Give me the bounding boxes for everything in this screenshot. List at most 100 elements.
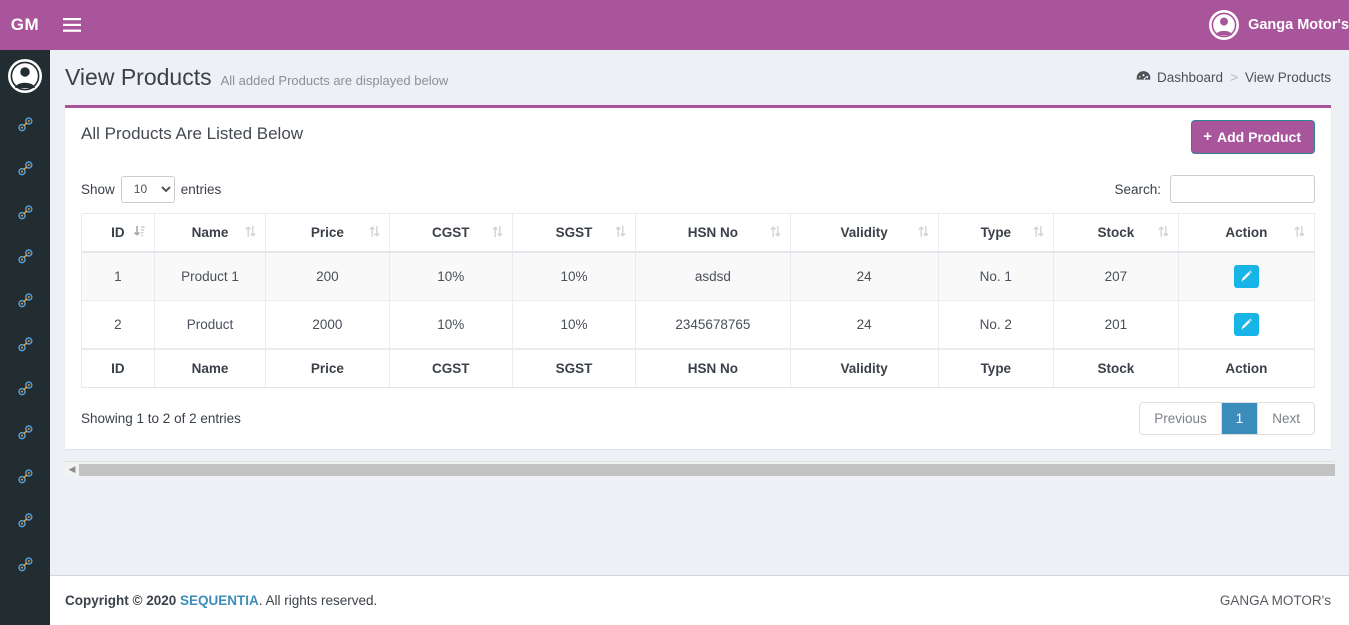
- edit-button[interactable]: [1233, 313, 1259, 336]
- pagination-page-1[interactable]: 1: [1221, 403, 1259, 434]
- cell-price: 200: [265, 251, 390, 301]
- sidebar-menu: [0, 102, 50, 586]
- page-header: View Products All added Products are dis…: [50, 50, 1349, 105]
- cell-cgst: 10%: [388, 251, 513, 301]
- column-header-sgst[interactable]: SGST: [511, 213, 637, 253]
- show-label: Show: [81, 181, 115, 197]
- navbar-user-menu[interactable]: Ganga Motor's: [1209, 10, 1349, 40]
- card-body: Show 102550100 entries Search: IDNamePri…: [65, 163, 1331, 449]
- sidebar-item-5[interactable]: [0, 278, 50, 322]
- search-input[interactable]: [1170, 175, 1315, 203]
- scrollbar-thumb[interactable]: [79, 464, 1335, 476]
- sidebar-item-3[interactable]: [0, 190, 50, 234]
- sidebar-item-10[interactable]: [0, 498, 50, 542]
- products-card: All Products Are Listed Below + Add Prod…: [65, 105, 1331, 449]
- sidebar-item-1[interactable]: [0, 102, 50, 146]
- cell-id: 2: [81, 300, 155, 350]
- user-avatar-icon: [10, 61, 40, 91]
- scroll-left-arrow-icon[interactable]: ◀: [65, 462, 79, 478]
- column-header-label: Stock: [1097, 225, 1135, 240]
- pagination-previous[interactable]: Previous: [1140, 403, 1222, 434]
- sidebar-item-7[interactable]: [0, 366, 50, 410]
- show-entries-control: Show 102550100 entries: [81, 175, 221, 203]
- add-product-label: Add Product: [1217, 128, 1301, 145]
- sidebar-item-6[interactable]: [0, 322, 50, 366]
- column-header-id[interactable]: ID: [81, 213, 155, 253]
- sidebar-item-9[interactable]: [0, 454, 50, 498]
- menu-toggle-button[interactable]: [50, 0, 94, 50]
- footer-column-price: Price: [265, 348, 390, 388]
- cell-stock: 207: [1053, 251, 1179, 301]
- breadcrumb-current: View Products: [1244, 70, 1331, 85]
- column-header-type[interactable]: Type: [937, 213, 1055, 253]
- cell-stock: 201: [1053, 300, 1179, 350]
- sort-toggle-icon: [1033, 225, 1044, 241]
- sidebar-avatar[interactable]: [0, 50, 50, 102]
- breadcrumb-dashboard-link[interactable]: Dashboard: [1157, 70, 1223, 85]
- table-row: 2 Product 2000 10% 10% 2345678765 24 No. 2 201: [81, 300, 1316, 350]
- edit-button[interactable]: [1233, 265, 1259, 288]
- hamburger-icon: [63, 18, 81, 32]
- footer-column-stock: Stock: [1053, 348, 1179, 388]
- column-header-label: HSN No: [687, 225, 739, 240]
- link-icon: [17, 248, 33, 263]
- link-icon: [17, 116, 33, 131]
- copyright-prefix: Copyright © 2020: [65, 593, 177, 608]
- footer-column-sgst: SGST: [511, 348, 637, 388]
- navbar-user-name: Ganga Motor's: [1248, 17, 1349, 33]
- link-icon: [17, 512, 33, 527]
- table-row: 1 Product 1 200 10% 10% asdsd 24 No. 1 207: [81, 251, 1316, 301]
- table-footer-bar: Showing 1 to 2 of 2 entries Previous 1 N…: [81, 388, 1315, 435]
- sort-toggle-icon: [1294, 225, 1305, 241]
- cell-name: Product 1: [153, 251, 267, 301]
- pagination-next[interactable]: Next: [1258, 403, 1314, 434]
- horizontal-scrollbar[interactable]: ◀ ▶: [65, 461, 1335, 478]
- edit-pencil-icon: [1241, 318, 1252, 330]
- footer-brand-link[interactable]: SEQUENTIA: [180, 593, 259, 608]
- products-table: ID Name Price CGST SGST HSN No Validity Type Sto…: [81, 213, 1316, 388]
- sort-toggle-icon: [917, 225, 929, 241]
- cell-id: 1: [81, 251, 155, 301]
- cell-price: 2000: [265, 300, 390, 350]
- pagination: Previous 1 Next: [1139, 402, 1315, 435]
- column-header-hsn-no[interactable]: HSN No: [635, 213, 791, 253]
- footer-column-cgst: CGST: [388, 348, 513, 388]
- search-control: Search:: [1114, 175, 1315, 203]
- sort-toggle-icon: [615, 225, 626, 241]
- page-subtitle: All added Products are displayed below: [220, 72, 449, 88]
- sidebar-item-11[interactable]: [0, 542, 50, 586]
- user-avatar-icon: [1211, 12, 1237, 38]
- dashboard-tachometer-icon: [1136, 70, 1151, 86]
- column-header-stock[interactable]: Stock: [1053, 213, 1179, 253]
- page-length-select[interactable]: 102550100: [120, 175, 175, 203]
- column-header-name[interactable]: Name: [153, 213, 267, 253]
- sidebar-item-8[interactable]: [0, 410, 50, 454]
- cell-hsn-no: asdsd: [635, 251, 791, 301]
- table-foot: ID Name Price CGST SGST HSN No Validity Type Sto…: [81, 348, 1316, 388]
- cell-sgst: 10%: [511, 300, 637, 350]
- add-product-button[interactable]: + Add Product: [1191, 120, 1315, 154]
- column-header-validity[interactable]: Validity: [789, 213, 939, 253]
- link-icon: [17, 380, 33, 395]
- column-header-cgst[interactable]: CGST: [388, 213, 513, 253]
- column-header-action[interactable]: Action: [1177, 213, 1316, 253]
- column-header-label: Validity: [840, 225, 888, 240]
- sidebar-item-2[interactable]: [0, 146, 50, 190]
- footer-column-type: Type: [937, 348, 1055, 388]
- link-icon: [17, 556, 33, 571]
- avatar: [1209, 10, 1240, 40]
- column-header-label: Type: [980, 225, 1012, 240]
- cell-hsn-no: 2345678765: [635, 300, 791, 350]
- plus-icon: +: [1203, 128, 1212, 145]
- card-header: All Products Are Listed Below + Add Prod…: [65, 108, 1331, 163]
- cell-sgst: 10%: [511, 251, 637, 301]
- breadcrumb-separator: >: [1230, 70, 1238, 85]
- footer-column-validity: Validity: [789, 348, 939, 388]
- column-header-price[interactable]: Price: [265, 213, 390, 253]
- cell-action: [1177, 300, 1316, 350]
- column-header-label: Price: [310, 225, 344, 240]
- table-controls: Show 102550100 entries Search:: [81, 171, 1315, 213]
- brand-logo[interactable]: GM: [0, 0, 50, 50]
- sidebar-item-4[interactable]: [0, 234, 50, 278]
- link-icon: [17, 160, 33, 175]
